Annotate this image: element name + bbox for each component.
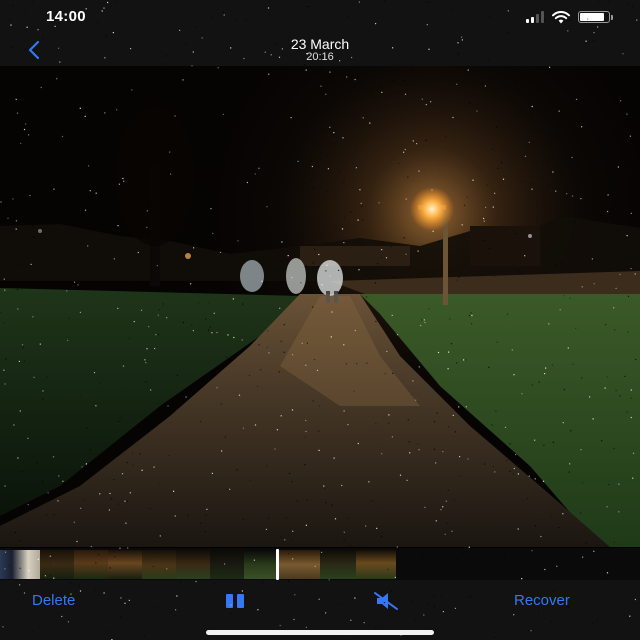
battery-icon [578, 11, 614, 23]
nav-bar: 23 March 20:16 [0, 34, 640, 66]
status-icons [526, 10, 614, 24]
mute-button[interactable] [372, 589, 400, 613]
battery-level-fill [580, 13, 604, 21]
wifi-icon [552, 10, 570, 23]
video-filmstrip[interactable] [0, 548, 640, 580]
night-street-photo [0, 66, 640, 547]
status-bar: 14:00 [0, 0, 640, 34]
status-time: 14:00 [46, 8, 86, 25]
filmstrip-thumbnail [210, 550, 244, 579]
nav-subtitle: 20:16 [306, 51, 334, 63]
pause-icon [226, 594, 244, 608]
recover-button[interactable]: Recover [514, 592, 570, 609]
filmstrip-thumbnail [108, 550, 142, 579]
nav-title: 23 March [290, 36, 350, 52]
pause-button[interactable] [222, 590, 248, 612]
filmstrip-thumbnail [74, 550, 108, 579]
filmstrip-thumbnail [176, 550, 210, 579]
filmstrip-thumbnail [278, 550, 320, 579]
cellular-signal-icon [526, 11, 544, 23]
filmstrip-thumbnail [40, 550, 74, 579]
filmstrip-thumbnail [142, 550, 176, 579]
speaker-muted-icon [374, 592, 398, 610]
home-indicator[interactable] [206, 630, 434, 635]
filmstrip-thumbnail [0, 550, 40, 579]
playhead-handle[interactable] [276, 549, 279, 580]
filmstrip-thumbnail [244, 550, 278, 579]
media-viewer[interactable] [0, 66, 640, 547]
delete-button[interactable]: Delete [32, 592, 75, 609]
filmstrip-thumbnail [356, 550, 396, 579]
filmstrip-thumbnail [320, 550, 356, 579]
